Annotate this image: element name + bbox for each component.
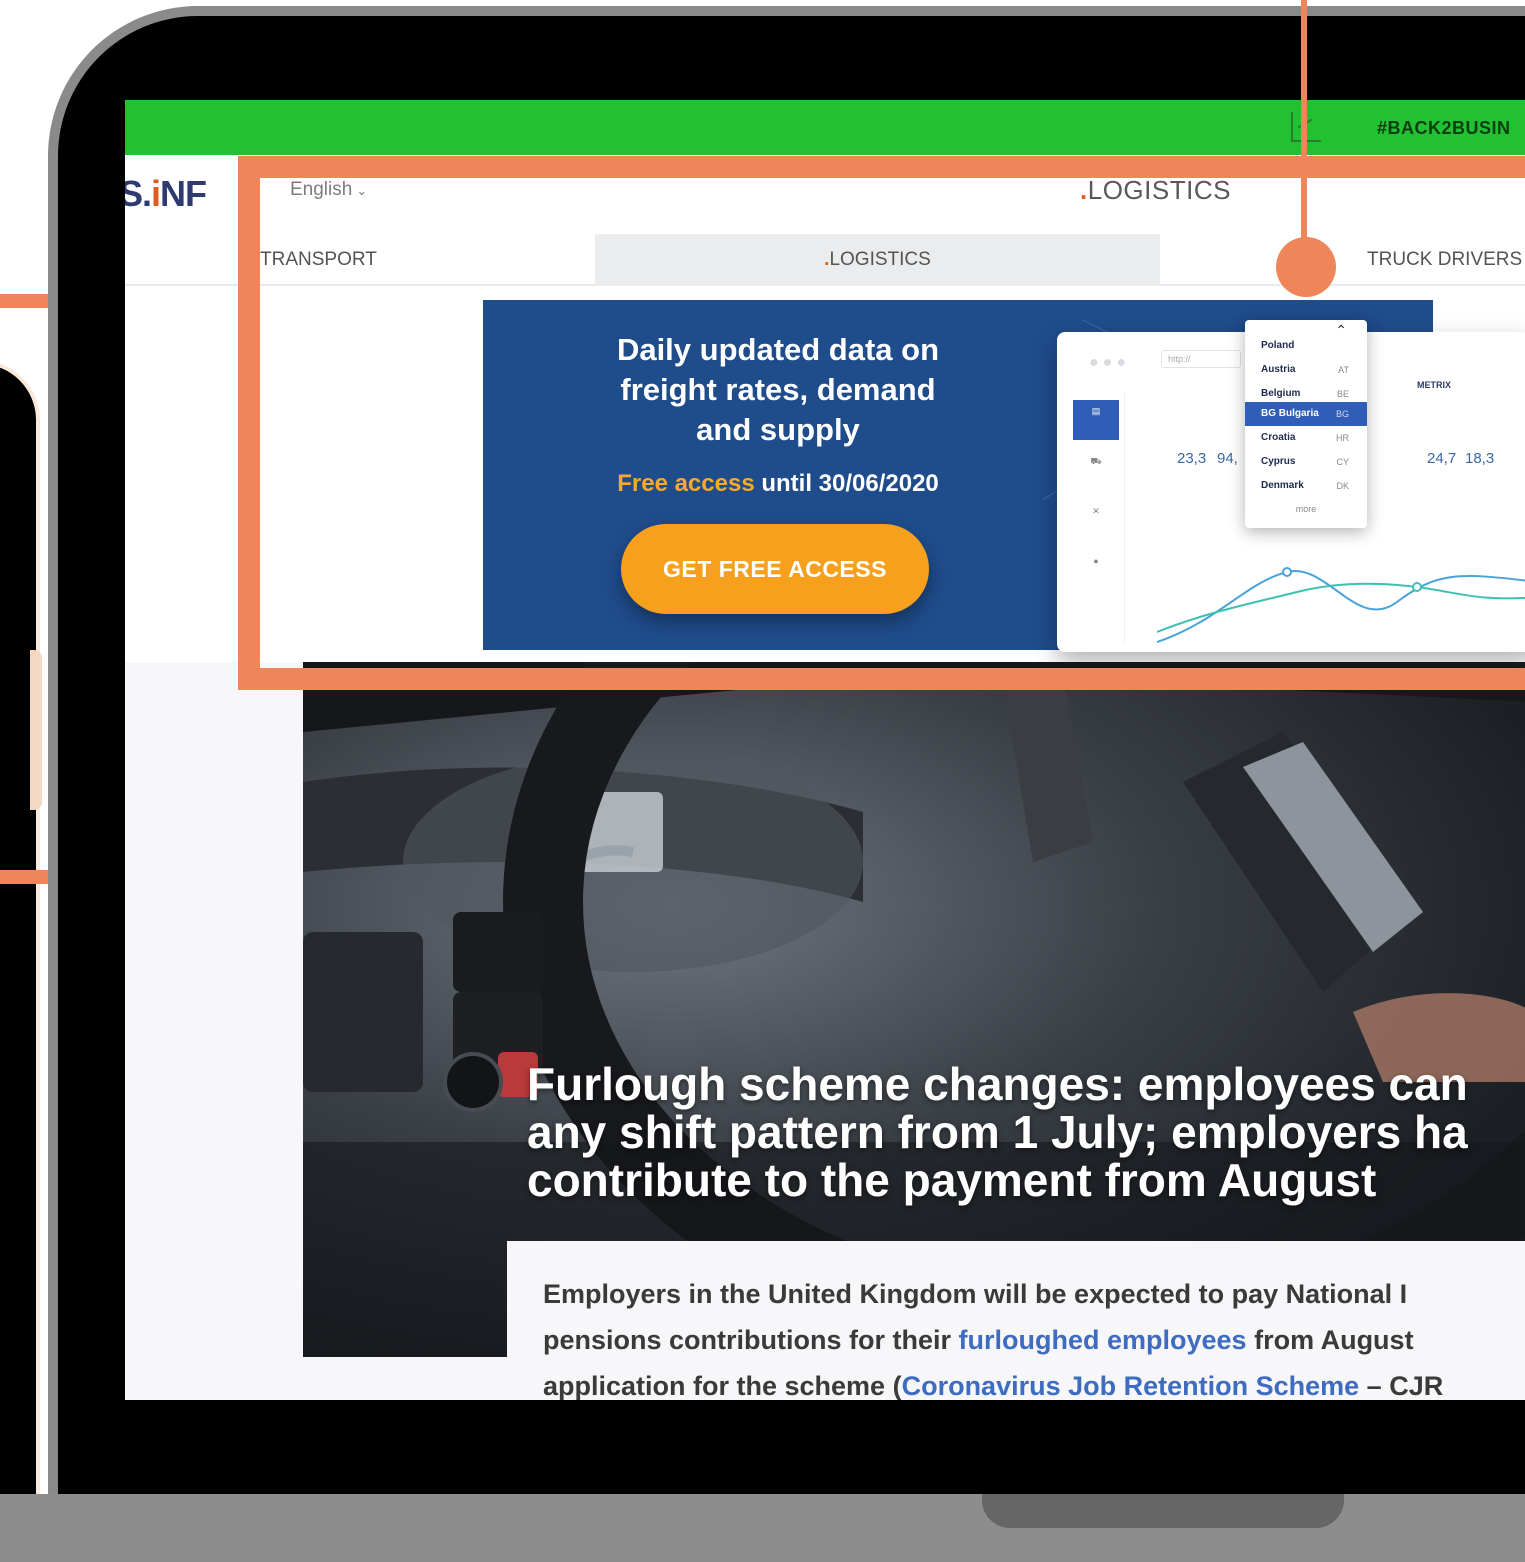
- logo-accent: i: [151, 173, 161, 214]
- lead-line: Employers in the United Kingdom will be …: [543, 1279, 1408, 1309]
- promo-hashtag[interactable]: #BACK2BUSIN: [1377, 118, 1511, 139]
- callout-dot: [1276, 237, 1336, 297]
- highlight-frame: [238, 156, 1525, 690]
- callout-line: [1301, 0, 1307, 268]
- furloughed-employees-link[interactable]: furloughed employees: [959, 1325, 1247, 1355]
- lead-line: pensions contributions for their furloug…: [543, 1325, 1414, 1355]
- logo-prefix: S.: [125, 173, 152, 214]
- lead-line: application for the scheme (Coronavirus …: [543, 1371, 1444, 1400]
- article-lead: Employers in the United Kingdom will be …: [507, 1241, 1525, 1400]
- site-logo[interactable]: S.iNF: [125, 173, 207, 215]
- promo-strip: #BACK2BUSIN: [125, 100, 1525, 155]
- article-title[interactable]: Furlough scheme changes: employees can a…: [527, 1060, 1525, 1204]
- logo-suffix: NF: [160, 173, 207, 214]
- cjrs-link[interactable]: Coronavirus Job Retention Scheme: [902, 1371, 1360, 1400]
- laptop-notch: [982, 1494, 1344, 1528]
